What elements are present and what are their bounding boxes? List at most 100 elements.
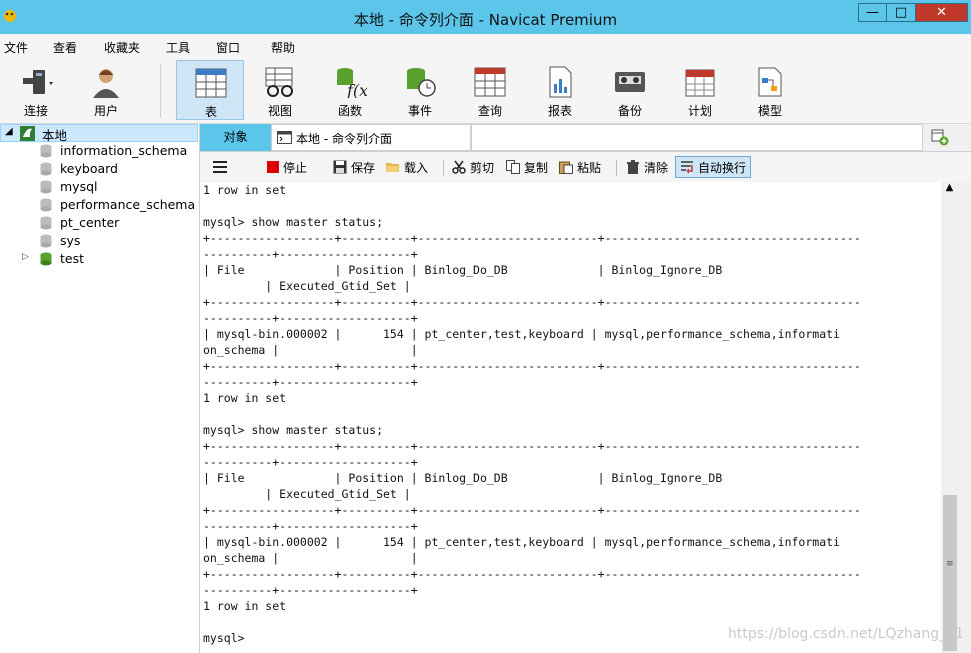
maximize-button[interactable]: □ (886, 3, 916, 22)
console-output[interactable]: 1 row in set mysql> show master status; +… (200, 182, 941, 653)
console-line: | mysql-bin.000002 | 154 | pt_center,tes… (203, 535, 840, 549)
tab-objects[interactable]: 对象 (200, 124, 271, 151)
word-wrap-label: 自动换行 (698, 160, 747, 175)
console-line: ----------+-------------------+ (203, 375, 418, 389)
menu-favorites[interactable]: 收藏夹 (104, 39, 140, 56)
menu-help[interactable]: 帮助 (271, 39, 295, 56)
new-tab-icon[interactable] (931, 128, 949, 146)
tool-user-label: 用户 (93, 104, 118, 118)
report-icon (549, 66, 572, 98)
tool-event-label: 事件 (407, 104, 432, 118)
connection-node-icon (20, 126, 35, 141)
load-button[interactable]: 载入 (386, 156, 428, 178)
tool-event[interactable]: 事件 (386, 60, 454, 120)
svg-text:f(x): f(x) (346, 81, 367, 98)
expand-arrow-icon[interactable]: ◢ (5, 126, 13, 137)
tree-db-sys[interactable]: sys (0, 232, 198, 250)
event-icon (407, 68, 436, 97)
console-line: +------------------+----------+---------… (203, 439, 861, 453)
tool-function-label: 函数 (337, 104, 362, 118)
console-line: +------------------+----------+---------… (203, 295, 861, 309)
save-button[interactable]: 保存 (333, 156, 375, 178)
tree-db-label: pt_center (60, 215, 120, 230)
table-icon (195, 68, 227, 98)
menu-window[interactable]: 窗口 (216, 39, 240, 56)
toolbar-separator (616, 160, 617, 176)
close-button[interactable]: ✕ (915, 3, 968, 22)
connection-icon (23, 70, 53, 94)
thumb-grip-icon: ≡ (946, 559, 954, 569)
database-icon (40, 198, 52, 212)
schedule-icon (685, 69, 715, 97)
cut-button[interactable]: 剪切 (452, 156, 494, 178)
save-label: 保存 (351, 160, 376, 175)
database-icon (40, 180, 52, 194)
title-bar: 本地 - 命令列介面 - Navicat Premium — □ ✕ (0, 0, 971, 34)
scissors-icon (452, 160, 466, 174)
load-label: 载入 (404, 160, 429, 175)
menu-bar: 文件 查看 收藏夹 工具 窗口 帮助 (0, 34, 971, 58)
stop-button[interactable]: 停止 (267, 156, 307, 178)
minimize-button[interactable]: — (858, 3, 887, 22)
connection-tree: ◢ 本地 information_schema keyboard mysql p… (0, 124, 200, 653)
tree-db-performance-schema[interactable]: performance_schema (0, 196, 198, 214)
tool-query[interactable]: 查询 (456, 60, 524, 120)
database-open-icon (40, 252, 52, 266)
tool-function[interactable]: f(x) 函数 (316, 60, 384, 120)
tool-view-label: 视图 (267, 104, 292, 118)
tool-report-label: 报表 (547, 104, 572, 118)
console-line: | Executed_Gtid_Set | (203, 487, 411, 501)
tree-db-pt-center[interactable]: pt_center (0, 214, 198, 232)
console-line: ----------+-------------------+ (203, 455, 418, 469)
console-line: mysql> show master status; (203, 423, 384, 437)
tree-db-label: test (60, 251, 85, 266)
tool-table[interactable]: 表 (176, 60, 244, 120)
database-icon (40, 216, 52, 230)
console-line: +------------------+----------+---------… (203, 503, 861, 517)
tree-root-connection[interactable]: ◢ 本地 (0, 124, 198, 143)
scroll-up-arrow-icon[interactable]: ▲ (941, 182, 958, 199)
collapsed-arrow-icon[interactable]: ▷ (22, 252, 29, 262)
tool-backup-label: 备份 (617, 104, 642, 118)
query-icon (474, 67, 506, 97)
console-text[interactable]: 1 row in set mysql> show master status; +… (200, 182, 941, 646)
terminal-icon (277, 131, 292, 144)
user-icon (93, 69, 119, 98)
console-line: 1 row in set (203, 599, 287, 613)
tree-db-label: information_schema (60, 143, 188, 158)
paste-button[interactable]: 粘贴 (559, 156, 601, 178)
word-wrap-icon (681, 161, 693, 174)
tree-db-label: mysql (60, 179, 98, 194)
copy-icon (506, 160, 520, 174)
menu-file[interactable]: 文件 (4, 39, 28, 56)
menu-view[interactable]: 查看 (53, 39, 77, 56)
menu-tools[interactable]: 工具 (166, 39, 190, 56)
view-icon (265, 67, 293, 97)
tool-schedule[interactable]: 计划 (666, 60, 734, 120)
tool-view[interactable]: 视图 (246, 60, 314, 120)
tool-connection[interactable]: 连接 (2, 60, 70, 120)
paste-label: 粘贴 (577, 160, 602, 175)
clear-button[interactable]: 清除 (626, 156, 668, 178)
tool-connection-label: 连接 (23, 104, 48, 118)
tree-db-test[interactable]: ▷ test (0, 250, 198, 268)
console-line: | File | Position | Binlog_Do_DB | Binlo… (203, 263, 723, 277)
hamburger-icon (213, 161, 227, 173)
tab-command-line[interactable]: 本地 - 命令列介面 (271, 124, 471, 151)
console-line: | File | Position | Binlog_Do_DB | Binlo… (203, 471, 723, 485)
toolbar-separator (443, 160, 444, 176)
tool-backup[interactable]: 备份 (596, 60, 664, 120)
tree-db-mysql[interactable]: mysql (0, 178, 198, 196)
tool-user[interactable]: 用户 (72, 60, 140, 120)
copy-button[interactable]: 复制 (506, 156, 548, 178)
database-icon (40, 162, 52, 176)
tool-report[interactable]: 报表 (526, 60, 594, 120)
console-menu-button[interactable] (212, 156, 232, 178)
tool-model[interactable]: 模型 (736, 60, 804, 120)
database-icon (40, 234, 52, 248)
tree-db-keyboard[interactable]: keyboard (0, 160, 198, 178)
database-icon (40, 144, 52, 158)
tree-db-information-schema[interactable]: information_schema (0, 142, 198, 160)
word-wrap-toggle[interactable]: 自动换行 (675, 156, 752, 178)
